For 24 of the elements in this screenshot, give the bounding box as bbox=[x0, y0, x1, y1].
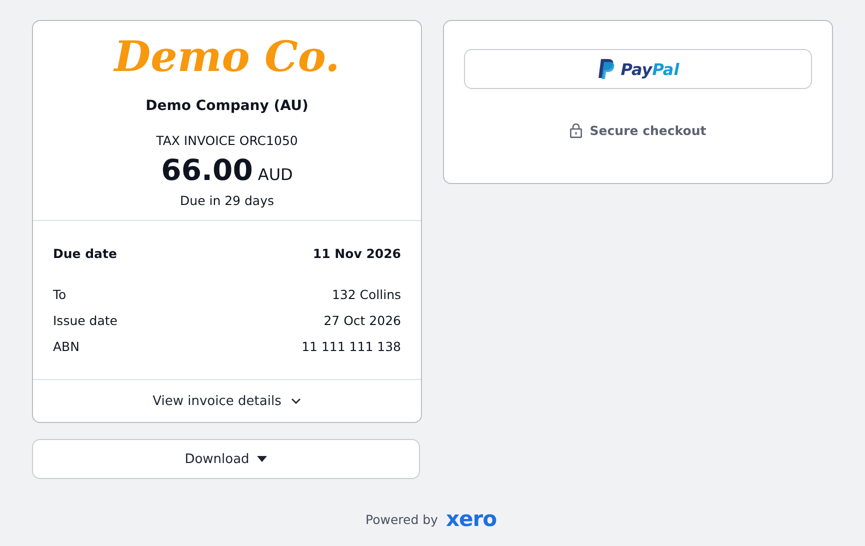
detail-value: 11 Nov 2026 bbox=[312, 246, 401, 261]
caret-down-icon bbox=[257, 456, 268, 462]
download-button[interactable]: Download bbox=[32, 439, 420, 479]
company-name: Demo Company (AU) bbox=[146, 98, 308, 114]
view-details-button[interactable]: View invoice details bbox=[33, 380, 421, 422]
secure-checkout-label: Secure checkout bbox=[590, 123, 706, 138]
paypal-button[interactable]: PayPal bbox=[464, 49, 812, 89]
chevron-down-icon bbox=[291, 398, 302, 404]
invoice-title: TAX INVOICE ORC1050 bbox=[156, 133, 298, 148]
xero-logo[interactable]: xero bbox=[446, 507, 497, 531]
due-note: Due in 29 days bbox=[180, 193, 274, 208]
detail-label: Issue date bbox=[53, 313, 118, 328]
lock-icon bbox=[570, 123, 582, 138]
powered-by-label: Powered by bbox=[365, 512, 438, 526]
paypal-logo-icon bbox=[596, 58, 617, 80]
detail-value: 27 Oct 2026 bbox=[324, 313, 401, 328]
detail-label: ABN bbox=[53, 339, 80, 354]
detail-label: To bbox=[53, 287, 66, 302]
currency: AUD bbox=[258, 165, 293, 184]
detail-value: 11 111 111 138 bbox=[302, 339, 401, 354]
detail-value: 132 Collins bbox=[332, 287, 401, 302]
invoice-amount: 66.00 bbox=[161, 153, 253, 187]
detail-label: Due date bbox=[53, 246, 117, 261]
company-logo: Demo Co. bbox=[114, 31, 340, 83]
